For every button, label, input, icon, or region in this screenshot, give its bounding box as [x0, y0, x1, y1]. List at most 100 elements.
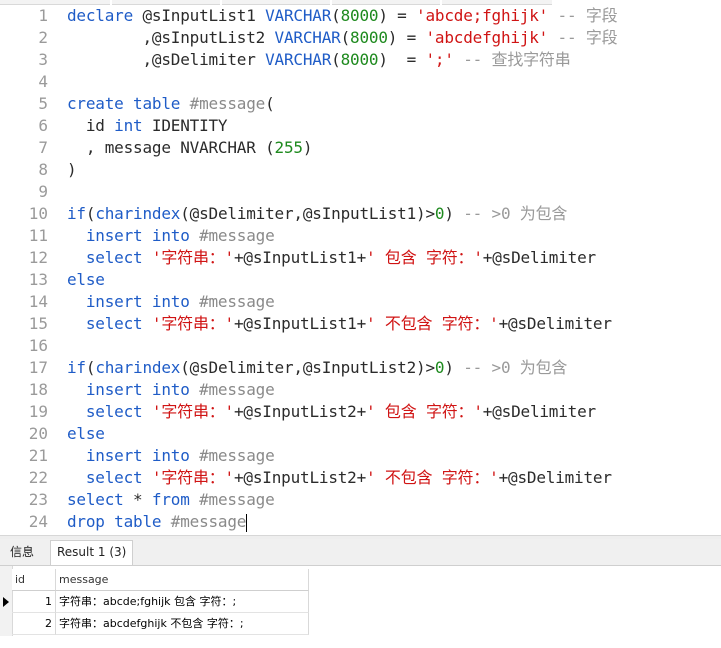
code-token: +@sInputList1+: [233, 314, 367, 333]
code-token: VARCHAR: [265, 6, 332, 25]
code-token: '字符串：': [151, 314, 234, 333]
code-token: (: [85, 358, 96, 377]
line-number: 5: [38, 94, 48, 113]
code-token: select: [67, 402, 152, 421]
code-token: (: [331, 6, 341, 25]
code-text: ,@sInputList2 VARCHAR(8000) = 'abcdefghi…: [67, 27, 617, 49]
code-token: ): [444, 204, 454, 223]
code-text: select '字符串：'+@sInputList1+' 不包含 字符：'+@s…: [67, 313, 612, 335]
code-token: ';': [425, 50, 454, 69]
code-text: id int IDENTITY: [67, 115, 228, 137]
code-text: select * from #message: [67, 489, 275, 511]
code-text: insert into #message: [67, 291, 275, 313]
code-token: ' 包含 字符：': [366, 402, 483, 421]
code-token: 'abcdefghijk': [425, 28, 549, 47]
code-text: , message NVARCHAR (255): [67, 137, 313, 159]
code-token: ): [302, 138, 313, 157]
line-number: 3: [38, 50, 48, 69]
code-token: +@sInputList1+: [233, 248, 367, 267]
code-text: select '字符串：'+@sInputList2+' 不包含 字符：'+@s…: [67, 467, 612, 489]
line-number: 4: [38, 72, 48, 91]
code-token: ' 不包含 字符：': [366, 468, 499, 487]
code-text: if(charindex(@sDelimiter,@sInputList2)>0…: [67, 357, 567, 379]
line-number: 15: [28, 314, 48, 333]
code-token: VARCHAR: [265, 50, 332, 69]
code-token: #message: [199, 446, 275, 465]
code-token: ): [444, 358, 454, 377]
code-token: if: [67, 358, 86, 377]
tab-result-1[interactable]: Result 1 (3): [50, 540, 134, 565]
result-grid: id message 1 字符串：abcde;fghijk 包含 字符：; 2 …: [0, 566, 721, 648]
code-text: drop table #message: [67, 511, 248, 533]
table-row-id[interactable]: 2: [12, 613, 56, 635]
code-token: id: [67, 116, 115, 135]
code-token: ,: [67, 28, 152, 47]
code-token: VARCHAR: [274, 28, 341, 47]
code-token: (: [85, 204, 96, 223]
code-token: +@sDelimiter: [482, 402, 596, 421]
code-token: 'abcde;fghijk': [416, 6, 549, 25]
tab-messages[interactable]: 信息: [4, 541, 40, 563]
code-token: #message: [170, 512, 247, 531]
code-token: ' 不包含 字符：': [366, 314, 499, 333]
code-text: if(charindex(@sDelimiter,@sInputList1)>0…: [67, 203, 567, 225]
column-header-id[interactable]: id: [12, 569, 56, 591]
line-number: 18: [28, 380, 48, 399]
line-number: 10: [28, 204, 48, 223]
line-number: 23: [28, 490, 48, 509]
code-token: 8000: [340, 6, 379, 25]
code-token: -- 字段: [548, 6, 618, 25]
code-token: '字符串：': [151, 402, 234, 421]
line-number: 1: [38, 6, 48, 25]
code-token: create table: [67, 94, 190, 113]
code-token: ): [67, 160, 77, 179]
code-token: insert into: [67, 226, 200, 245]
code-token: insert into: [67, 446, 200, 465]
line-number: 22: [28, 468, 48, 487]
table-row-id[interactable]: 1: [12, 591, 56, 613]
code-text: else: [67, 269, 105, 291]
code-text: select '字符串：'+@sInputList1+' 包含 字符：'+@sD…: [67, 247, 596, 269]
code-token: @sInputList2: [151, 28, 275, 47]
table-row-message[interactable]: 字符串：abcdefghijk 不包含 字符：;: [56, 613, 309, 635]
line-number: 13: [28, 270, 48, 289]
line-number: 17: [28, 358, 48, 377]
code-token: #message: [199, 226, 275, 245]
code-text: select '字符串：'+@sInputList2+' 包含 字符：'+@sD…: [67, 401, 596, 423]
code-text: ): [67, 159, 77, 181]
line-number: 6: [38, 116, 48, 135]
code-token: 8000: [350, 28, 388, 47]
code-token: else: [67, 424, 105, 443]
code-token: @sInputList1: [142, 6, 266, 25]
line-number: 24: [28, 512, 48, 531]
line-number: 14: [28, 292, 48, 311]
code-text: insert into #message: [67, 445, 275, 467]
line-number: 21: [28, 446, 48, 465]
code-token: +@sInputList2+: [233, 468, 367, 487]
code-token: -- 查找字符串: [453, 50, 571, 69]
table-row-message[interactable]: 字符串：abcde;fghijk 包含 字符：;: [56, 591, 309, 613]
code-text: insert into #message: [67, 225, 275, 247]
code-token: ) =: [378, 6, 417, 25]
code-token: +@sDelimiter: [498, 468, 612, 487]
code-token: +@sInputList2+: [233, 402, 367, 421]
sql-editor[interactable]: 1 declare @sInputList1 VARCHAR(8000) = 'a…: [0, 5, 721, 535]
code-token: ' 包含 字符：': [366, 248, 483, 267]
code-token: drop table: [67, 512, 171, 531]
code-token: +@sDelimiter: [498, 314, 612, 333]
code-token: 255: [274, 138, 304, 157]
line-number: 8: [38, 160, 48, 179]
line-number: 2: [38, 28, 48, 47]
code-token: #message: [199, 490, 275, 509]
code-token: ) =: [387, 28, 426, 47]
code-token: 0: [434, 204, 445, 223]
code-token: select: [67, 314, 152, 333]
code-token: 8000: [340, 50, 379, 69]
line-number: 9: [38, 182, 48, 201]
code-text: declare @sInputList1 VARCHAR(8000) = 'ab…: [67, 5, 618, 27]
code-token: charindex: [95, 204, 181, 223]
text-cursor: [246, 513, 248, 532]
code-text: ,@sDelimiter VARCHAR(8000) = ';' -- 查找字符…: [67, 49, 571, 71]
code-token: (: [265, 94, 275, 113]
column-header-message[interactable]: message: [56, 569, 309, 591]
